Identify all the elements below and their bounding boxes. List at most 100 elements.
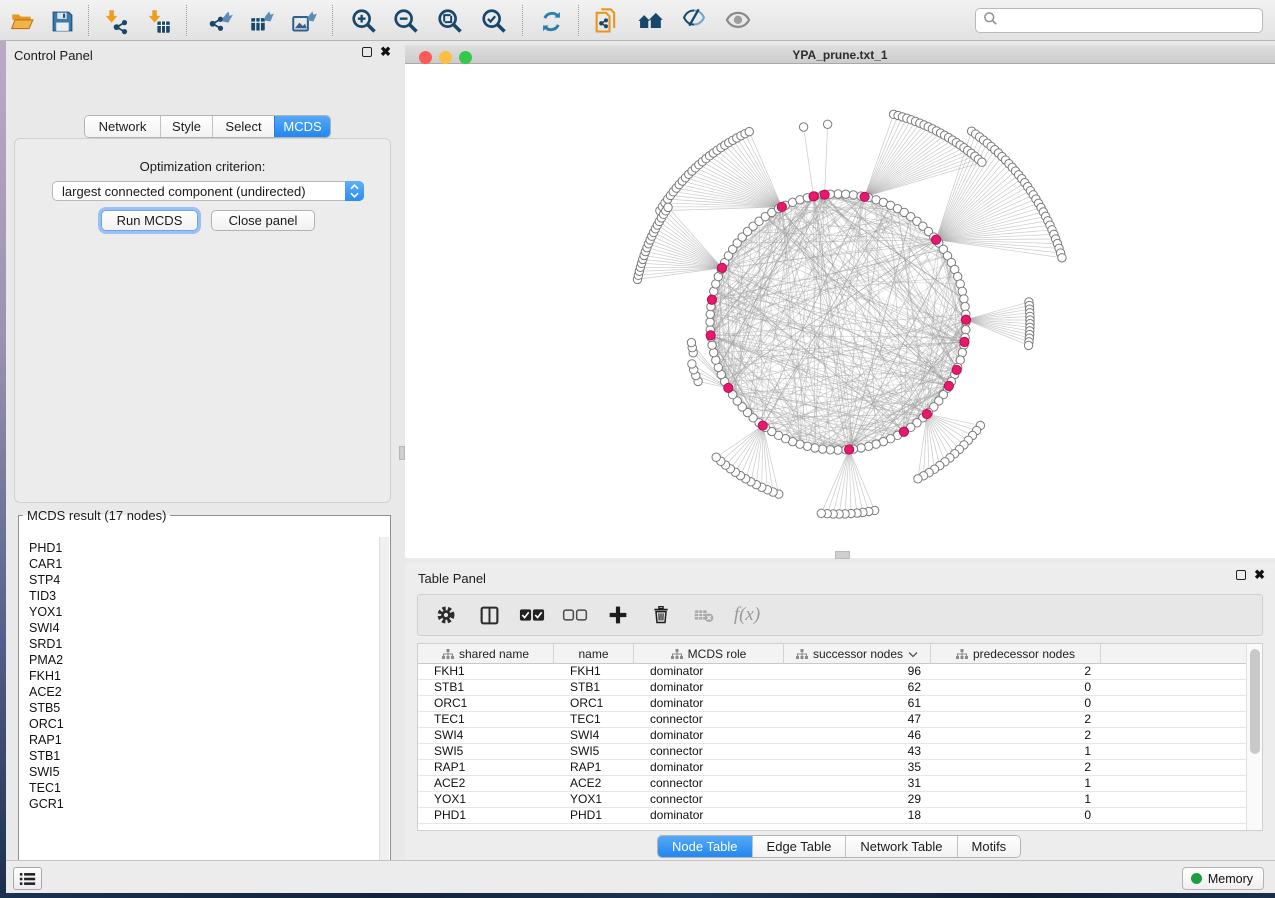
zoom-out-icon[interactable] bbox=[392, 7, 420, 35]
toolbar-separator bbox=[186, 5, 187, 36]
export-network-icon[interactable] bbox=[206, 7, 234, 35]
task-history-button[interactable] bbox=[13, 867, 42, 890]
column-header-name[interactable]: name bbox=[554, 644, 634, 664]
zoom-in-icon[interactable] bbox=[350, 7, 378, 35]
table-header-row: shared namenameMCDS rolesuccessor nodesp… bbox=[418, 644, 1247, 664]
network-canvas[interactable] bbox=[405, 64, 1275, 558]
mcds-result-item[interactable]: TID3 bbox=[29, 588, 379, 604]
criterion-select[interactable]: largest connected component (undirected) bbox=[52, 181, 364, 201]
mcds-result-item[interactable]: PMA2 bbox=[29, 652, 379, 668]
table-cell: RAP1 bbox=[418, 760, 554, 775]
mcds-result-item[interactable]: SRD1 bbox=[29, 636, 379, 652]
table-toolbar: f(x) bbox=[417, 594, 1263, 636]
tab-edge-table[interactable]: Edge Table bbox=[752, 836, 846, 857]
close-panel-icon[interactable]: ✖ bbox=[1254, 570, 1265, 580]
hide-visual-style-icon[interactable] bbox=[680, 7, 708, 35]
table-cell: 29 bbox=[784, 792, 931, 807]
table-cell: YOX1 bbox=[554, 792, 634, 807]
table-row[interactable]: ACE2ACE2connector311 bbox=[418, 776, 1247, 792]
export-table-icon[interactable] bbox=[248, 7, 276, 35]
column-header-predecessor-nodes[interactable]: predecessor nodes bbox=[931, 644, 1101, 664]
tab-style[interactable]: Style bbox=[160, 116, 212, 137]
table-row[interactable]: PHD1PHD1dominator180 bbox=[418, 808, 1247, 824]
run-mcds-button[interactable]: Run MCDS bbox=[101, 210, 198, 231]
zoom-fit-icon[interactable] bbox=[436, 7, 464, 35]
table-row[interactable]: STB1STB1dominator620 bbox=[418, 680, 1247, 696]
mcds-result-item[interactable]: STB5 bbox=[29, 700, 379, 716]
tab-motifs[interactable]: Motifs bbox=[957, 836, 1021, 857]
mcds-result-item[interactable]: ORC1 bbox=[29, 716, 379, 732]
mcds-result-box: MCDS result (17 nodes) PHD1CAR1STP4TID3Y… bbox=[18, 508, 391, 879]
table-cell: 0 bbox=[931, 808, 1101, 823]
deselect-all-checkboxes-icon[interactable] bbox=[562, 602, 588, 628]
table-cell: FKH1 bbox=[418, 664, 554, 679]
home-icon[interactable] bbox=[636, 7, 664, 35]
table-cell: dominator bbox=[634, 680, 784, 695]
delete-column-trash-icon[interactable] bbox=[648, 602, 674, 628]
desktop-wallpaper-bottom bbox=[0, 893, 1275, 898]
mcds-result-item[interactable]: STB1 bbox=[29, 748, 379, 764]
table-scrollbar-thumb[interactable] bbox=[1250, 649, 1260, 754]
node-table: shared namenameMCDS rolesuccessor nodesp… bbox=[417, 643, 1263, 831]
refresh-icon[interactable] bbox=[537, 7, 565, 35]
table-cell: 2 bbox=[931, 712, 1101, 727]
table-row[interactable]: TEC1TEC1connector472 bbox=[418, 712, 1247, 728]
close-panel-icon[interactable]: ✖ bbox=[380, 47, 391, 57]
eye-icon[interactable] bbox=[724, 7, 752, 35]
column-header-MCDS-role[interactable]: MCDS role bbox=[634, 644, 784, 664]
table-cell: STB1 bbox=[554, 680, 634, 695]
select-all-checkboxes-icon[interactable] bbox=[519, 602, 545, 628]
float-window-icon[interactable] bbox=[362, 47, 372, 57]
memory-button[interactable]: Memory bbox=[1182, 867, 1264, 890]
mcds-result-item[interactable]: STP4 bbox=[29, 572, 379, 588]
search-input[interactable] bbox=[1002, 10, 1262, 31]
table-cell: connector bbox=[634, 712, 784, 727]
close-panel-button[interactable]: Close panel bbox=[211, 210, 315, 231]
mcds-result-item[interactable]: RAP1 bbox=[29, 732, 379, 748]
table-row[interactable]: RAP1RAP1dominator352 bbox=[418, 760, 1247, 776]
export-image-icon[interactable] bbox=[290, 7, 318, 35]
tab-node-table[interactable]: Node Table bbox=[658, 836, 752, 857]
table-scrollbar[interactable] bbox=[1246, 644, 1262, 830]
zoom-selected-icon[interactable] bbox=[480, 7, 508, 35]
table-row[interactable]: ORC1ORC1dominator610 bbox=[418, 696, 1247, 712]
share-session-icon[interactable] bbox=[592, 7, 620, 35]
save-session-icon[interactable] bbox=[48, 7, 76, 35]
column-header-successor-nodes[interactable]: successor nodes bbox=[784, 644, 931, 664]
mcds-list-scrollbar[interactable] bbox=[379, 537, 389, 877]
table-cell: connector bbox=[634, 776, 784, 791]
mcds-result-item[interactable]: PHD1 bbox=[29, 540, 379, 556]
split-view-icon[interactable] bbox=[476, 602, 502, 628]
mcds-result-list: PHD1CAR1STP4TID3YOX1SWI4SRD1PMA2FKH1ACE2… bbox=[20, 537, 379, 877]
mcds-result-item[interactable]: SWI5 bbox=[29, 764, 379, 780]
add-column-icon[interactable] bbox=[605, 602, 631, 628]
mcds-result-item[interactable]: GCR1 bbox=[29, 796, 379, 812]
mcds-result-item[interactable]: ACE2 bbox=[29, 684, 379, 700]
list-icon bbox=[19, 872, 36, 886]
mcds-result-item[interactable]: SWI4 bbox=[29, 620, 379, 636]
tab-select[interactable]: Select bbox=[212, 116, 274, 137]
table-row[interactable]: SWI4SWI4dominator462 bbox=[418, 728, 1247, 744]
import-network-icon[interactable] bbox=[101, 7, 129, 35]
table-cell: ORC1 bbox=[418, 696, 554, 711]
mcds-result-item[interactable]: YOX1 bbox=[29, 604, 379, 620]
import-table-icon[interactable] bbox=[144, 7, 172, 35]
settings-gear-icon[interactable] bbox=[433, 602, 459, 628]
tab-network-table[interactable]: Network Table bbox=[845, 836, 956, 857]
delete-table-icon bbox=[691, 602, 717, 628]
table-row[interactable]: SWI5SWI5connector431 bbox=[418, 744, 1247, 760]
open-session-icon[interactable] bbox=[8, 7, 36, 35]
column-header-shared-name[interactable]: shared name bbox=[418, 644, 554, 664]
toolbar-separator bbox=[522, 5, 523, 36]
table-row[interactable]: FKH1FKH1dominator962 bbox=[418, 664, 1247, 680]
mcds-result-item[interactable]: FKH1 bbox=[29, 668, 379, 684]
mcds-result-item[interactable]: TEC1 bbox=[29, 780, 379, 796]
tab-network[interactable]: Network bbox=[85, 116, 160, 137]
table-row[interactable]: YOX1YOX1connector291 bbox=[418, 792, 1247, 808]
horizontal-splitter-grip[interactable] bbox=[835, 551, 850, 559]
main-toolbar bbox=[0, 0, 1275, 41]
tab-mcds[interactable]: MCDS bbox=[274, 116, 330, 137]
table-cell: 62 bbox=[784, 680, 931, 695]
float-window-icon[interactable] bbox=[1236, 570, 1246, 580]
mcds-result-item[interactable]: CAR1 bbox=[29, 556, 379, 572]
